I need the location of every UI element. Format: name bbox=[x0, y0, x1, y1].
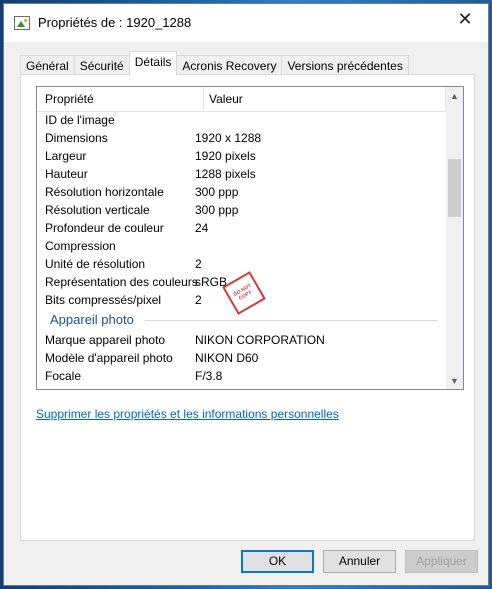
property-name: Modèle d'appareil photo bbox=[45, 351, 173, 365]
scrollbar-thumb[interactable] bbox=[448, 159, 461, 217]
group-divider bbox=[145, 320, 437, 321]
property-name: ID de l'image bbox=[45, 113, 115, 127]
property-value: 1920 x 1288 bbox=[195, 131, 262, 145]
property-name: Dimensions bbox=[45, 131, 108, 145]
tab-strip: Général Sécurité Détails Acronis Recover… bbox=[20, 51, 409, 75]
property-name: Résolution horizontale bbox=[45, 185, 164, 199]
property-value: NIKON CORPORATION bbox=[195, 333, 325, 347]
scroll-up-icon[interactable]: ▲ bbox=[446, 87, 463, 104]
title-bar: Propriétés de : 1920_1288 ✕ bbox=[4, 4, 488, 42]
remove-properties-link[interactable]: Supprimer les propriétés et les informat… bbox=[36, 407, 339, 421]
property-value: 24 bbox=[195, 221, 209, 235]
properties-list[interactable]: Propriété Valeur ID de l'image Dimension… bbox=[36, 86, 464, 390]
close-button[interactable]: ✕ bbox=[442, 4, 488, 34]
property-name: Largeur bbox=[45, 149, 87, 163]
ok-button[interactable]: OK bbox=[241, 550, 314, 573]
property-name: Bits compressés/pixel bbox=[45, 293, 162, 307]
window-title: Propriétés de : 1920_1288 bbox=[38, 15, 192, 30]
list-row[interactable]: Hauteur 1288 pixels bbox=[37, 165, 447, 183]
image-file-icon bbox=[14, 16, 30, 30]
tab-general[interactable]: Général bbox=[20, 55, 75, 75]
property-value: 300 ppp bbox=[195, 185, 239, 199]
apply-button[interactable]: Appliquer bbox=[405, 550, 478, 573]
list-row[interactable]: Unité de résolution 2 bbox=[37, 255, 447, 273]
property-name: Marque appareil photo bbox=[45, 333, 166, 347]
group-label: Appareil photo bbox=[50, 312, 134, 327]
property-value: 2 bbox=[195, 293, 202, 307]
list-row[interactable]: Résolution verticale 300 ppp bbox=[37, 201, 447, 219]
property-name: Unité de résolution bbox=[45, 257, 146, 271]
list-row[interactable]: Marque appareil photo NIKON CORPORATION bbox=[37, 331, 447, 349]
property-value: 1920 pixels bbox=[195, 149, 256, 163]
list-row[interactable]: ID de l'image bbox=[37, 111, 447, 129]
property-name: Représentation des couleurs bbox=[45, 275, 198, 289]
list-row[interactable]: Dimensions 1920 x 1288 bbox=[37, 129, 447, 147]
list-rows: ID de l'image Dimensions 1920 x 1288 Larg… bbox=[37, 111, 447, 385]
tab-acronis-recovery[interactable]: Acronis Recovery bbox=[176, 55, 283, 75]
tab-details[interactable]: Détails bbox=[128, 51, 178, 75]
list-row[interactable]: Résolution horizontale 300 ppp bbox=[37, 183, 447, 201]
properties-window: Propriétés de : 1920_1288 ✕ Général Sécu… bbox=[3, 3, 489, 586]
column-header-property[interactable]: Propriété bbox=[45, 92, 94, 106]
list-row[interactable]: Focale F/3.8 bbox=[37, 367, 447, 385]
tab-previous-versions[interactable]: Versions précédentes bbox=[281, 55, 409, 75]
property-value: 300 ppp bbox=[195, 203, 239, 217]
property-name: Profondeur de couleur bbox=[45, 221, 164, 235]
property-name: Hauteur bbox=[45, 167, 88, 181]
list-row[interactable]: Modèle d'appareil photo NIKON D60 bbox=[37, 349, 447, 367]
scroll-down-icon[interactable]: ▼ bbox=[446, 372, 463, 389]
property-name: Compression bbox=[45, 239, 116, 253]
list-row[interactable]: Profondeur de couleur 24 bbox=[37, 219, 447, 237]
property-name: Focale bbox=[45, 369, 82, 383]
column-header-value[interactable]: Valeur bbox=[209, 92, 243, 106]
property-value: 2 bbox=[195, 257, 202, 271]
property-name: Résolution verticale bbox=[45, 203, 150, 217]
list-row[interactable]: Largeur 1920 pixels bbox=[37, 147, 447, 165]
list-header: Propriété Valeur bbox=[37, 87, 447, 112]
cancel-button[interactable]: Annuler bbox=[323, 550, 396, 573]
property-value: F/3.8 bbox=[195, 369, 223, 383]
details-panel: Propriété Valeur ID de l'image Dimension… bbox=[20, 74, 475, 541]
tab-security[interactable]: Sécurité bbox=[73, 55, 130, 75]
column-divider bbox=[203, 87, 204, 111]
list-row[interactable]: Compression bbox=[37, 237, 447, 255]
vertical-scrollbar[interactable]: ▲ ▼ bbox=[446, 87, 463, 389]
property-value: NIKON D60 bbox=[195, 351, 259, 365]
property-value: 1288 pixels bbox=[195, 167, 256, 181]
